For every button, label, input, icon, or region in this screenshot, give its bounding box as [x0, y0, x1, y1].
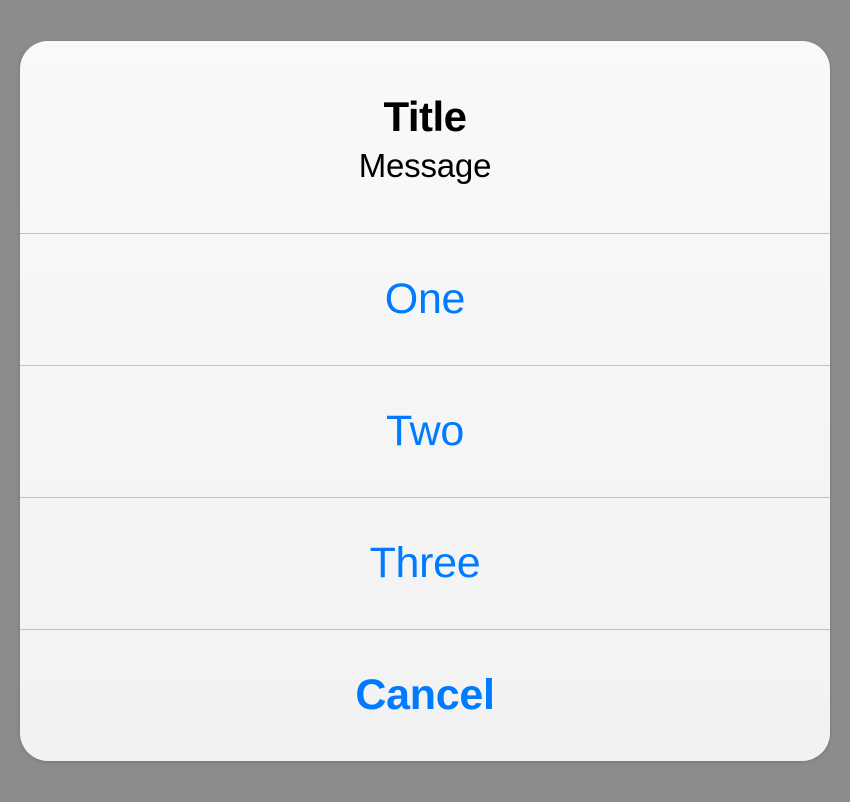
action-button-two[interactable]: Two [20, 366, 830, 498]
action-sheet-title: Title [40, 93, 810, 141]
cancel-button[interactable]: Cancel [20, 630, 830, 761]
action-sheet-message: Message [40, 147, 810, 185]
action-button-one[interactable]: One [20, 234, 830, 366]
action-button-three[interactable]: Three [20, 498, 830, 630]
action-sheet-header: Title Message [20, 41, 830, 234]
action-sheet: Title Message One Two Three Cancel [20, 41, 830, 761]
